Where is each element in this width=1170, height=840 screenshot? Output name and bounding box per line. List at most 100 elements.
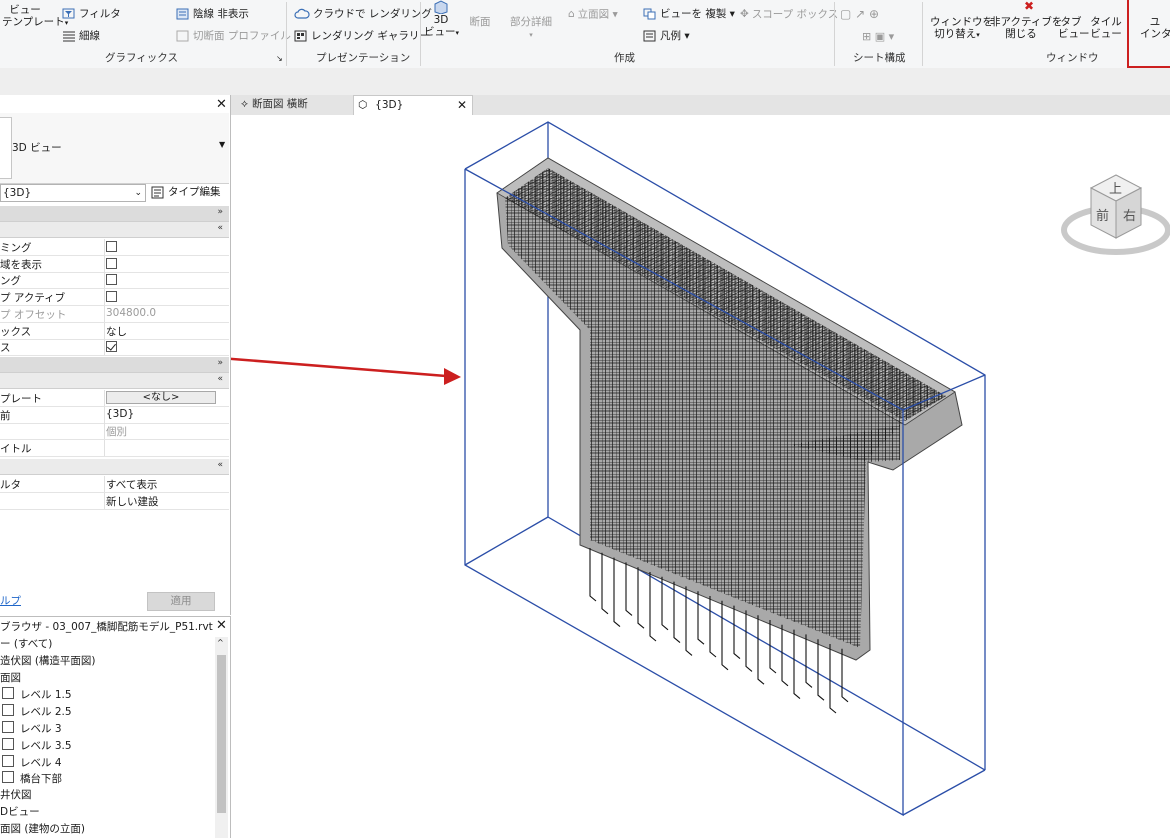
expand-icon[interactable]: « — [217, 460, 223, 470]
section-header[interactable]: « — [0, 373, 229, 389]
property-row[interactable]: プ オフセット 304800.0 — [0, 305, 229, 323]
hide-lines-button[interactable]: 陰線 非表示 — [176, 8, 249, 21]
3d-view-canvas[interactable]: 上 前 右 — [119, 115, 1170, 837]
section-profile-button[interactable]: 切断面 プロファイル — [176, 30, 291, 43]
group-launcher-icon[interactable]: ↘ — [276, 52, 283, 65]
column-divider — [104, 390, 105, 406]
property-checkbox[interactable] — [106, 257, 117, 269]
column-divider — [104, 423, 105, 440]
user-interface-button[interactable]: ユ インタ — [1140, 0, 1170, 40]
legend-button[interactable]: 凡例 ▾ — [643, 30, 690, 43]
property-checkbox[interactable] — [106, 291, 117, 303]
render-cloud-button[interactable]: クラウドで レンダリング — [294, 8, 432, 21]
close-icon[interactable]: ✕ — [457, 96, 467, 115]
collapse-icon[interactable]: » — [217, 207, 223, 217]
elevation-button[interactable]: ⌂ 立面図 ▾ — [568, 8, 618, 22]
browser-category[interactable]: 造伏図 (構造平面図) — [0, 654, 96, 668]
thin-lines-button[interactable]: 細線 — [62, 30, 100, 43]
close-inactive-button[interactable]: ✖ 非アクティブを 閉じる — [990, 0, 1062, 40]
viewcube[interactable]: 上 前 右 — [1061, 160, 1170, 270]
property-value[interactable]: すべて表示 — [106, 477, 226, 492]
expand-icon[interactable]: « — [217, 223, 223, 233]
property-checkbox[interactable] — [106, 241, 117, 252]
scrollbar-thumb[interactable] — [217, 655, 226, 813]
property-checkbox[interactable] — [106, 341, 117, 353]
view-templates-button[interactable]: ビュー テンプレート▾ — [2, 0, 68, 29]
property-row[interactable]: ミング — [0, 239, 229, 256]
rebar-bar — [745, 610, 753, 672]
properties-panel: ✕ 3D ビュー ▼ {3D} ⌄ タイプ編集 » « ミング 域を表示 ングプ ア… — [0, 95, 231, 615]
property-row[interactable]: 前 {3D} — [0, 406, 229, 424]
rebar-bar — [601, 552, 609, 615]
column-divider — [104, 322, 105, 339]
property-value[interactable]: {3D} — [106, 408, 226, 420]
section-button[interactable]: 断面 — [466, 0, 494, 28]
expand-icon[interactable]: « — [217, 374, 223, 384]
collapse-icon[interactable]: » — [217, 358, 223, 368]
property-row[interactable]: ルタ すべて表示 — [0, 476, 229, 493]
template-button[interactable]: <なし> — [106, 391, 216, 404]
property-row[interactable]: 新しい建設 — [0, 492, 229, 510]
browser-view-item[interactable]: レベル 3 — [2, 721, 62, 736]
section-header[interactable]: » — [0, 357, 229, 373]
plan-view-icon — [2, 704, 14, 717]
sheet-tool-icons[interactable]: ▢ ↗ ⊕ — [840, 8, 879, 21]
duplicate-view-button[interactable]: ビューを 複製 ▾ — [643, 8, 735, 21]
type-selector[interactable]: 3D ビュー ▼ — [0, 113, 229, 184]
section-header[interactable]: « — [0, 222, 229, 238]
property-value[interactable]: なし — [106, 324, 226, 339]
callout-button[interactable]: 部分詳細 ▾ — [506, 0, 556, 41]
browser-category[interactable]: 面図 — [0, 671, 21, 685]
view-3d-button[interactable]: 3D ビュー▾ — [424, 0, 459, 39]
browser-view-item[interactable]: レベル 3.5 — [2, 737, 72, 753]
chevron-down-icon: ⌄ — [134, 188, 142, 198]
section-header[interactable]: « — [0, 459, 229, 475]
help-link[interactable]: ルプ — [0, 593, 21, 608]
property-row[interactable]: プ アクティブ — [0, 289, 229, 307]
property-row[interactable]: ング — [0, 272, 229, 290]
browser-category[interactable]: 井伏図 — [0, 788, 32, 802]
browser-item-label: Dビュー — [0, 806, 40, 818]
section-header[interactable]: » — [0, 206, 229, 222]
close-icon[interactable]: ✕ — [216, 618, 227, 633]
filter-button[interactable]: フィルタ — [62, 8, 121, 21]
instance-value: {3D} — [3, 187, 32, 199]
browser-view-item[interactable]: レベル 4 — [2, 754, 62, 770]
scroll-up-icon[interactable]: ^ — [217, 638, 224, 647]
instance-dropdown[interactable]: {3D} ⌄ — [0, 184, 146, 202]
options-bar — [0, 68, 1170, 96]
property-row[interactable]: 域を表示 — [0, 255, 229, 273]
scope-box-button[interactable]: ✥ スコープ ボックス — [740, 8, 838, 22]
close-icon[interactable]: ✕ — [216, 97, 227, 112]
tab-views-button[interactable]: タブ ビュー — [1058, 0, 1090, 40]
apply-button[interactable]: 適用 — [147, 592, 215, 611]
browser-view-item[interactable]: レベル 2.5 — [2, 704, 72, 719]
sheet-tool-icons-2[interactable]: ⊞ ▣ ▾ — [862, 30, 894, 43]
browser-category[interactable]: Dビュー — [0, 805, 40, 819]
chevron-down-icon[interactable]: ▼ — [219, 140, 225, 149]
legend-label: 凡例 — [660, 30, 681, 42]
tab-3d-view[interactable]: ⬡ {3D} ✕ — [353, 95, 473, 115]
property-row[interactable]: ックス なし — [0, 322, 229, 340]
property-row[interactable]: 個別 — [0, 423, 229, 441]
tile-views-button[interactable]: タイル ビュー — [1090, 0, 1122, 40]
browser-view-item[interactable]: レベル 1.5 — [2, 687, 72, 702]
property-key: ミング — [0, 242, 32, 254]
property-row[interactable]: プレート <なし> — [0, 390, 229, 407]
tab-section-view[interactable]: ⟡ 断面図 橫断 — [237, 95, 353, 115]
property-value[interactable]: 新しい建設 — [106, 494, 226, 509]
render-gallery-button[interactable]: レンダリング ギャラリー — [294, 30, 430, 43]
property-row[interactable]: ス — [0, 339, 229, 357]
browser-item-label: 井伏図 — [0, 789, 32, 802]
property-checkbox[interactable] — [106, 274, 117, 286]
edit-type-button[interactable]: タイプ編集 — [151, 184, 221, 199]
browser-item-label: レベル 3.5 — [20, 739, 72, 752]
browser-category[interactable]: 面図 (建物の立面) — [0, 822, 85, 836]
scrollbar[interactable]: ^ — [215, 637, 228, 838]
property-row[interactable]: イトル — [0, 440, 229, 458]
pier-body[interactable] — [496, 157, 963, 661]
column-divider — [104, 255, 105, 272]
switch-windows-button[interactable]: ウィンドウを 切り替え▾ — [930, 0, 993, 41]
browser-category[interactable]: ー (すべて) — [0, 637, 52, 651]
browser-view-item[interactable]: 橋台下部 — [2, 771, 62, 786]
